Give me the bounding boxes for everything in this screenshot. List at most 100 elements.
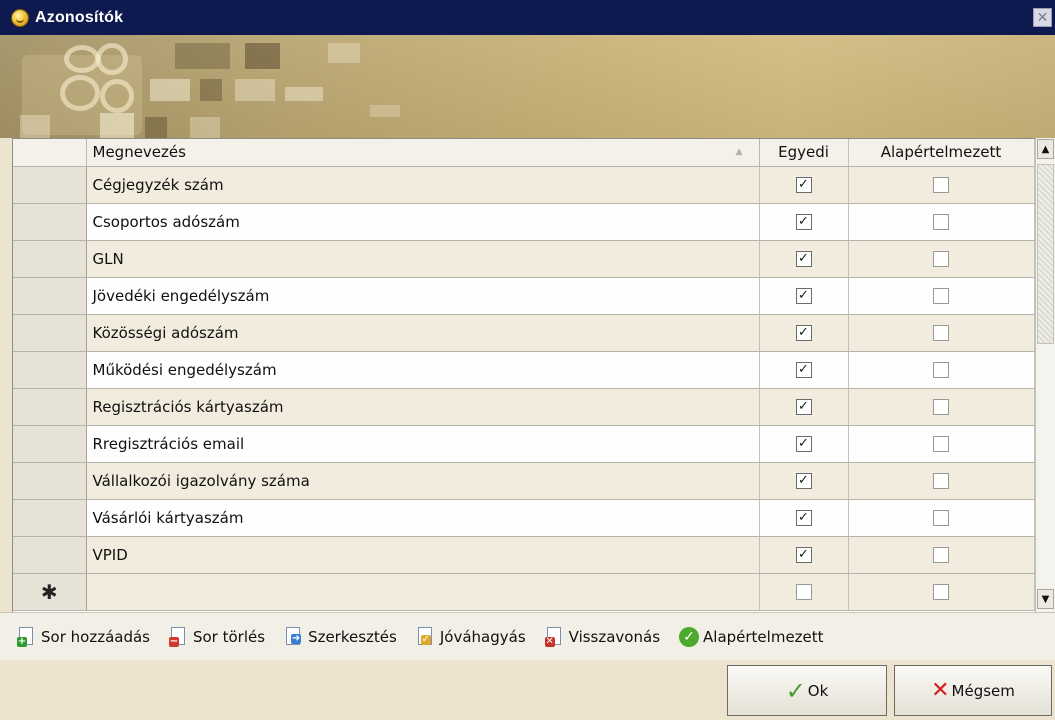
new-row-unique-cell[interactable] xyxy=(759,573,849,611)
identifier-name-cell[interactable]: Jövedéki engedélyszám xyxy=(86,277,760,315)
new-row-name-cell[interactable] xyxy=(86,573,760,611)
column-header-unique[interactable]: Egyedi xyxy=(759,139,849,167)
unique-checkbox[interactable]: ✓ xyxy=(795,362,812,378)
unique-cell[interactable]: ✓ xyxy=(759,240,849,278)
row-selector[interactable] xyxy=(13,203,87,241)
table-row[interactable]: Cégjegyzék szám ✓ xyxy=(13,166,1035,204)
default-cell[interactable] xyxy=(848,388,1035,426)
identifier-name-cell[interactable]: Vállalkozói igazolvány száma xyxy=(86,462,760,500)
edit-button[interactable]: ➜ Szerkesztés xyxy=(283,626,397,648)
add-row-button[interactable]: + Sor hozzáadás xyxy=(16,626,150,648)
column-header-default[interactable]: Alapértelmezett xyxy=(848,139,1035,167)
row-selector[interactable] xyxy=(13,536,87,574)
table-row[interactable]: Működési engedélyszám ✓ xyxy=(13,351,1035,389)
default-cell[interactable] xyxy=(848,499,1035,537)
revert-button[interactable]: ✕ Visszavonás xyxy=(544,626,660,648)
identifier-name-cell[interactable]: Regisztrációs kártyaszám xyxy=(86,388,760,426)
default-checkbox[interactable] xyxy=(933,325,949,341)
identifier-name-cell[interactable]: Működési engedélyszám xyxy=(86,351,760,389)
row-selector[interactable] xyxy=(13,240,87,278)
identifier-name-cell[interactable]: Közösségi adószám xyxy=(86,314,760,352)
identifier-name-cell[interactable]: Cégjegyzék szám xyxy=(86,166,760,204)
column-header-name[interactable]: Megnevezés ▲ xyxy=(86,139,760,167)
new-row[interactable]: ✱ xyxy=(13,573,1035,611)
scroll-up-icon[interactable]: ▲ xyxy=(1037,139,1054,159)
unique-cell[interactable]: ✓ xyxy=(759,314,849,352)
scroll-thumb[interactable] xyxy=(1037,164,1054,344)
unique-checkbox[interactable] xyxy=(795,584,812,600)
default-cell[interactable] xyxy=(848,425,1035,463)
table-row[interactable]: Vásárlói kártyaszám ✓ xyxy=(13,499,1035,537)
default-checkbox[interactable] xyxy=(933,251,949,267)
row-selector[interactable] xyxy=(13,166,87,204)
default-cell[interactable] xyxy=(848,536,1035,574)
unique-checkbox[interactable]: ✓ xyxy=(795,251,812,267)
unique-cell[interactable]: ✓ xyxy=(759,166,849,204)
row-selector[interactable] xyxy=(13,351,87,389)
unique-cell[interactable]: ✓ xyxy=(759,536,849,574)
identifier-name-cell[interactable]: Csoportos adószám xyxy=(86,203,760,241)
close-button[interactable]: ✕ xyxy=(1033,8,1052,27)
unique-cell[interactable]: ✓ xyxy=(759,388,849,426)
cancel-button[interactable]: ✕ Mégsem xyxy=(894,665,1052,716)
table-row[interactable]: Regisztrációs kártyaszám ✓ xyxy=(13,388,1035,426)
unique-checkbox[interactable]: ✓ xyxy=(795,288,812,304)
unique-checkbox[interactable]: ✓ xyxy=(795,399,812,415)
unique-checkbox[interactable]: ✓ xyxy=(795,473,812,489)
unique-cell[interactable]: ✓ xyxy=(759,351,849,389)
table-row[interactable]: Közösségi adószám ✓ xyxy=(13,314,1035,352)
default-checkbox[interactable] xyxy=(933,436,949,452)
default-cell[interactable] xyxy=(848,314,1035,352)
identifier-name-cell[interactable]: GLN xyxy=(86,240,760,278)
row-selector[interactable] xyxy=(13,462,87,500)
unique-checkbox[interactable]: ✓ xyxy=(795,510,812,526)
default-cell[interactable] xyxy=(848,277,1035,315)
default-cell[interactable] xyxy=(848,351,1035,389)
unique-checkbox[interactable]: ✓ xyxy=(795,325,812,341)
approve-button[interactable]: ✓ Jóváhagyás xyxy=(415,626,526,648)
unique-checkbox[interactable]: ✓ xyxy=(795,177,812,193)
row-selector[interactable] xyxy=(13,314,87,352)
unique-checkbox[interactable]: ✓ xyxy=(795,214,812,230)
delete-row-button[interactable]: − Sor törlés xyxy=(168,626,265,648)
default-checkbox[interactable] xyxy=(933,510,949,526)
default-checkbox[interactable] xyxy=(933,288,949,304)
delete-row-icon: − xyxy=(168,626,190,648)
table-row[interactable]: Vállalkozói igazolvány száma ✓ xyxy=(13,462,1035,500)
default-cell[interactable] xyxy=(848,166,1035,204)
row-selector[interactable] xyxy=(13,388,87,426)
default-checkbox[interactable] xyxy=(933,399,949,415)
default-checkbox[interactable] xyxy=(933,547,949,563)
identifier-name-cell[interactable]: Rregisztrációs email xyxy=(86,425,760,463)
table-row[interactable]: Rregisztrációs email ✓ xyxy=(13,425,1035,463)
unique-cell[interactable]: ✓ xyxy=(759,277,849,315)
default-checkbox[interactable] xyxy=(933,214,949,230)
table-row[interactable]: VPID ✓ xyxy=(13,536,1035,574)
unique-cell[interactable]: ✓ xyxy=(759,462,849,500)
default-checkbox[interactable] xyxy=(933,584,949,600)
identifier-name-cell[interactable]: Vásárlói kártyaszám xyxy=(86,499,760,537)
set-default-button[interactable]: ✓ Alapértelmezett xyxy=(678,626,824,648)
unique-cell[interactable]: ✓ xyxy=(759,425,849,463)
ok-button[interactable]: ✓ Ok xyxy=(727,665,887,716)
vertical-scrollbar[interactable]: ▲ ▼ xyxy=(1035,138,1055,612)
table-row[interactable]: GLN ✓ xyxy=(13,240,1035,278)
row-selector[interactable] xyxy=(13,277,87,315)
table-row[interactable]: Jövedéki engedélyszám ✓ xyxy=(13,277,1035,315)
table-row[interactable]: Csoportos adószám ✓ xyxy=(13,203,1035,241)
default-checkbox[interactable] xyxy=(933,177,949,193)
default-checkbox[interactable] xyxy=(933,362,949,378)
unique-cell[interactable]: ✓ xyxy=(759,203,849,241)
unique-checkbox[interactable]: ✓ xyxy=(795,436,812,452)
row-selector[interactable] xyxy=(13,499,87,537)
default-cell[interactable] xyxy=(848,462,1035,500)
identifier-name-cell[interactable]: VPID xyxy=(86,536,760,574)
unique-checkbox[interactable]: ✓ xyxy=(795,547,812,563)
default-cell[interactable] xyxy=(848,203,1035,241)
unique-cell[interactable]: ✓ xyxy=(759,499,849,537)
scroll-down-icon[interactable]: ▼ xyxy=(1037,589,1054,609)
new-row-default-cell[interactable] xyxy=(848,573,1035,611)
default-cell[interactable] xyxy=(848,240,1035,278)
default-checkbox[interactable] xyxy=(933,473,949,489)
row-selector[interactable] xyxy=(13,425,87,463)
